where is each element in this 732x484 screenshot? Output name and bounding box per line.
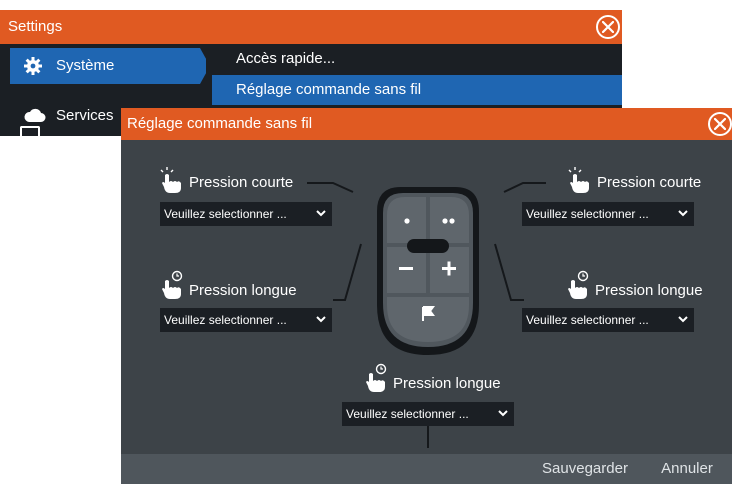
select-pression-longue-center[interactable]: Veuillez selectionner ... <box>342 402 514 426</box>
cloud-icon <box>24 107 46 127</box>
menu-item-label: Accès rapide... <box>236 50 336 67</box>
cancel-button[interactable]: Annuler <box>647 454 727 484</box>
dialog-close-button[interactable] <box>708 112 732 136</box>
action-label: Pression courte <box>597 174 702 191</box>
sidebar-item-label: Services <box>56 107 114 124</box>
select-pression-longue-right[interactable]: Veuillez selectionner ... <box>522 308 694 332</box>
select-value: Veuillez selectionner ... <box>346 407 469 421</box>
chevron-down-icon <box>316 210 326 217</box>
dialog-title: Réglage commande sans fil <box>127 115 313 132</box>
chevron-down-icon <box>316 316 326 323</box>
settings-titlebar: Settings <box>0 10 622 44</box>
label-pression-courte-left: Pression courte <box>159 166 319 196</box>
menu-item-reglage-commande[interactable]: Réglage commande sans fil <box>212 75 622 105</box>
chevron-down-icon <box>678 316 688 323</box>
dialog-body: Pression courte Veuillez selectionner ..… <box>121 140 732 454</box>
select-pression-longue-left[interactable]: Veuillez selectionner ... <box>160 308 332 332</box>
wireless-remote-dialog: Réglage commande sans fil Pression court… <box>121 108 732 484</box>
chevron-down-icon <box>498 410 508 417</box>
dialog-titlebar: Réglage commande sans fil <box>121 108 732 140</box>
select-value: Veuillez selectionner ... <box>526 207 649 221</box>
action-label: Pression longue <box>189 282 297 299</box>
save-button[interactable]: Sauvegarder <box>535 454 635 484</box>
long-press-icon <box>568 270 589 299</box>
menu-item-label: Réglage commande sans fil <box>236 81 422 98</box>
action-label: Pression longue <box>393 375 501 392</box>
close-icon <box>602 21 614 33</box>
select-value: Veuillez selectionner ... <box>164 207 287 221</box>
label-pression-longue-right: Pression longue <box>565 270 732 300</box>
menu-item-acces-rapide[interactable]: Accès rapide... <box>212 44 622 74</box>
sidebar-item-label: Système <box>56 57 115 74</box>
remote-control-icon <box>377 187 479 355</box>
sidebar-item-partial-icon <box>20 126 40 138</box>
settings-close-button[interactable] <box>596 15 620 39</box>
gear-icon <box>24 57 42 79</box>
sidebar-item-systeme[interactable]: Système <box>10 48 206 84</box>
settings-title: Settings <box>8 18 63 35</box>
chevron-down-icon <box>678 210 688 217</box>
dialog-footer: Sauvegarder Annuler <box>121 454 732 484</box>
tap-icon <box>160 167 181 193</box>
select-pression-courte-right[interactable]: Veuillez selectionner ... <box>522 202 694 226</box>
label-pression-longue-center: Pression longue <box>363 363 543 393</box>
long-press-icon <box>366 363 387 392</box>
select-pression-courte-left[interactable]: Veuillez selectionner ... <box>160 202 332 226</box>
long-press-icon <box>162 270 183 299</box>
tap-icon <box>568 167 589 193</box>
close-icon <box>714 118 726 130</box>
label-pression-courte-right: Pression courte <box>567 166 727 196</box>
action-label: Pression courte <box>189 174 294 191</box>
select-value: Veuillez selectionner ... <box>164 313 287 327</box>
action-label: Pression longue <box>595 282 703 299</box>
label-pression-longue-left: Pression longue <box>159 270 329 300</box>
select-value: Veuillez selectionner ... <box>526 313 649 327</box>
